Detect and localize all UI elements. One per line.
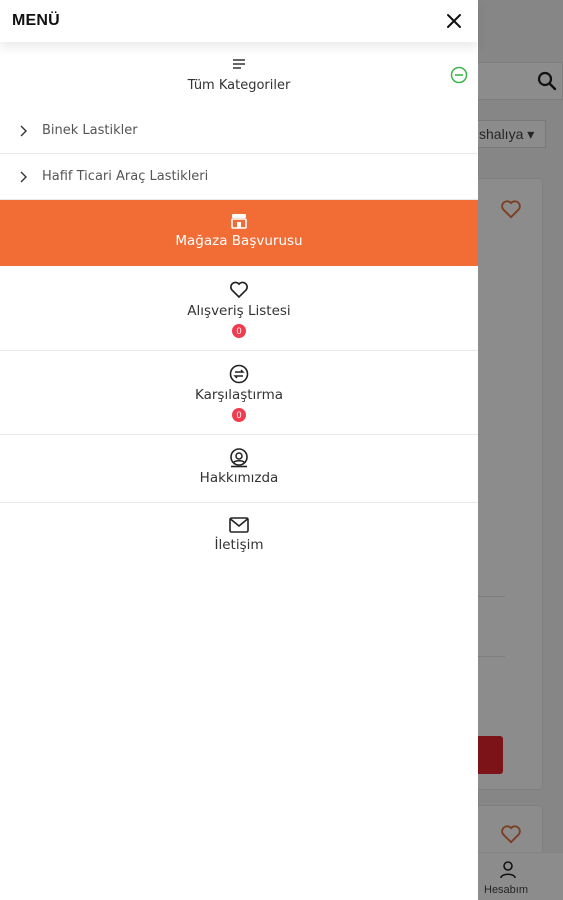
all-categories-label: Tüm Kategoriler [187, 78, 291, 93]
compare-label: Karşılaştırma [194, 387, 284, 403]
compare-item[interactable]: Karşılaştırma 0 [0, 351, 478, 435]
list-icon [233, 59, 245, 69]
heart-icon [230, 281, 248, 299]
store-application-label: Mağaza Başvurusu [175, 233, 303, 249]
category-label: Hafif Ticari Araç Lastikleri [42, 169, 209, 184]
wishlist-item[interactable]: Alışveriş Listesi 0 [0, 266, 478, 351]
wishlist-count-badge: 0 [232, 324, 246, 338]
side-menu: MENÜ Tüm Kategoriler Binek Lastikler Haf… [0, 0, 478, 900]
chevron-right-icon [20, 125, 27, 136]
about-item[interactable]: Hakkımızda [0, 435, 478, 503]
category-item-hafif-ticari[interactable]: Hafif Ticari Araç Lastikleri [0, 154, 478, 200]
compare-count-badge: 0 [232, 408, 246, 422]
compare-icon [229, 364, 249, 384]
all-categories-toggle[interactable]: Tüm Kategoriler [0, 42, 478, 108]
chevron-right-icon [20, 171, 27, 182]
close-icon[interactable] [444, 11, 464, 31]
collapse-icon[interactable] [450, 66, 468, 84]
about-label: Hakkımızda [199, 470, 279, 486]
store-icon [231, 214, 247, 229]
about-user-icon [230, 448, 248, 468]
contact-item[interactable]: İletişim [0, 503, 478, 573]
mail-icon [229, 517, 249, 533]
menu-title: MENÜ [12, 12, 60, 29]
category-item-binek[interactable]: Binek Lastikler [0, 108, 478, 154]
category-label: Binek Lastikler [42, 123, 138, 138]
contact-label: İletişim [214, 537, 264, 553]
wishlist-label: Alışveriş Listesi [187, 303, 291, 319]
menu-header: MENÜ [0, 0, 478, 42]
store-application-item[interactable]: Mağaza Başvurusu [0, 200, 478, 266]
